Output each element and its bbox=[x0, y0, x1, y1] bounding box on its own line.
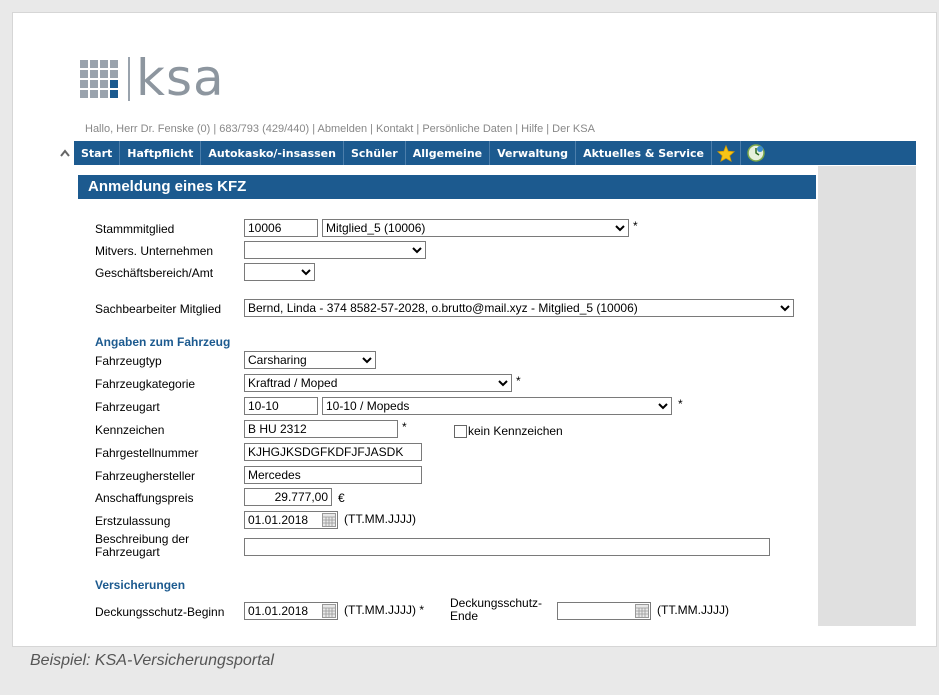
calendar-icon[interactable] bbox=[322, 513, 336, 527]
nav-item-allgemeine[interactable]: Allgemeine bbox=[406, 141, 491, 165]
nav-item-schueler[interactable]: Schüler bbox=[344, 141, 406, 165]
chevron-down-icon[interactable] bbox=[611, 220, 628, 236]
sachbearbeiter-select-value: Bernd, Linda - 374 8582-57-2028, o.brutt… bbox=[248, 301, 638, 315]
ende-hint: (TT.MM.JJJJ) bbox=[657, 603, 729, 617]
chevron-down-icon[interactable] bbox=[358, 352, 375, 368]
nav-item-aktuelles[interactable]: Aktuelles & Service bbox=[576, 141, 712, 165]
user-info-line[interactable]: Hallo, Herr Dr. Fenske (0) | 683/793 (42… bbox=[85, 123, 595, 135]
beschreibung-label-line2: Fahrzeugart bbox=[95, 545, 160, 559]
chevron-down-icon[interactable] bbox=[494, 375, 511, 391]
beschreibung-input[interactable] bbox=[244, 538, 770, 556]
fahrzeugart-select-value: 10-10 / Mopeds bbox=[326, 399, 410, 413]
hersteller-label: Fahrzeughersteller bbox=[95, 469, 196, 483]
panel-title: Anmeldung eines KFZ bbox=[78, 175, 816, 199]
ende-label-line1: Deckungsschutz- bbox=[450, 596, 543, 610]
beginn-input[interactable]: 01.01.2018 bbox=[244, 602, 338, 620]
chevron-down-icon[interactable] bbox=[776, 300, 793, 316]
ende-label-line2: Ende bbox=[450, 609, 479, 623]
erstzulassung-label: Erstzulassung bbox=[95, 514, 171, 528]
anschaffungspreis-input[interactable]: 29.777,00 bbox=[244, 488, 332, 506]
logo-grid-icon bbox=[80, 60, 118, 98]
sachbearbeiter-select[interactable]: Bernd, Linda - 374 8582-57-2028, o.brutt… bbox=[244, 299, 794, 317]
fahrzeugkategorie-select[interactable]: Kraftrad / Moped bbox=[244, 374, 512, 392]
mitvers-label: Mitvers. Unternehmen bbox=[95, 244, 214, 258]
stammmitglied-id-input[interactable]: 10006 bbox=[244, 219, 318, 237]
chevron-down-icon[interactable] bbox=[408, 242, 425, 258]
chevron-down-icon[interactable] bbox=[654, 398, 671, 414]
fahrgestellnummer-input[interactable]: KJHGJKSDGFKDFJFJASDK bbox=[244, 443, 422, 461]
required-marker: * bbox=[402, 420, 407, 434]
logo-divider bbox=[128, 57, 130, 101]
fahrzeugart-code-input[interactable]: 10-10 bbox=[244, 397, 318, 415]
erstzulassung-input[interactable]: 01.01.2018 bbox=[244, 511, 338, 529]
beschreibung-label-line1: Beschreibung der bbox=[95, 532, 190, 546]
fahrzeugtyp-select-value: Carsharing bbox=[248, 353, 307, 367]
stammmitglied-label: Stammmitglied bbox=[95, 222, 175, 236]
required-marker: * bbox=[516, 374, 521, 388]
currency-unit: € bbox=[338, 491, 345, 505]
kennzeichen-input[interactable]: B HU 2312 bbox=[244, 420, 398, 438]
nav-item-autokasko[interactable]: Autokasko/-insassen bbox=[201, 141, 344, 165]
chevron-down-icon[interactable] bbox=[297, 264, 314, 280]
required-marker: * bbox=[633, 219, 638, 233]
geschaeftsbereich-select[interactable] bbox=[244, 263, 315, 281]
fahrzeugkategorie-label: Fahrzeugkategorie bbox=[95, 377, 196, 391]
beginn-value: 01.01.2018 bbox=[248, 604, 309, 618]
beginn-hint: (TT.MM.JJJJ) * bbox=[344, 603, 424, 617]
sachbearbeiter-label: Sachbearbeiter Mitglied bbox=[95, 302, 222, 316]
nav-item-haftpflicht[interactable]: Haftpflicht bbox=[120, 141, 202, 165]
image-caption: Beispiel: KSA-Versicherungsportal bbox=[30, 652, 274, 669]
side-area bbox=[818, 166, 916, 626]
fahrzeugtyp-label: Fahrzeugtyp bbox=[95, 354, 162, 368]
kein-kennzeichen-checkbox[interactable] bbox=[454, 425, 467, 438]
stammmitglied-select-value: Mitglied_5 (10006) bbox=[326, 221, 426, 235]
ende-input[interactable] bbox=[557, 602, 651, 620]
erstzulassung-value: 01.01.2018 bbox=[248, 513, 309, 527]
star-icon[interactable] bbox=[712, 141, 741, 165]
fahrgestellnummer-label: Fahrgestellnummer bbox=[95, 446, 199, 460]
calendar-icon[interactable] bbox=[322, 604, 336, 618]
geschaeftsbereich-label: Geschäftsbereich/Amt bbox=[95, 266, 214, 280]
required-marker: * bbox=[678, 397, 683, 411]
nav-item-verwaltung[interactable]: Verwaltung bbox=[490, 141, 577, 165]
beschreibung-label: Beschreibung der Fahrzeugart bbox=[95, 533, 189, 559]
clock-icon[interactable] bbox=[741, 141, 771, 165]
beginn-label: Deckungsschutz-Beginn bbox=[95, 605, 225, 619]
kennzeichen-label: Kennzeichen bbox=[95, 423, 165, 437]
ende-label: Deckungsschutz- Ende bbox=[450, 597, 542, 623]
stammmitglied-select[interactable]: Mitglied_5 (10006) bbox=[322, 219, 629, 237]
section-versicherungen-heading: Versicherungen bbox=[95, 578, 186, 592]
fahrzeugkategorie-select-value: Kraftrad / Moped bbox=[248, 376, 338, 390]
fahrzeugart-select[interactable]: 10-10 / Mopeds bbox=[322, 397, 672, 415]
anschaffungspreis-label: Anschaffungspreis bbox=[95, 491, 194, 505]
hersteller-input[interactable]: Mercedes bbox=[244, 466, 422, 484]
erstzulassung-hint: (TT.MM.JJJJ) bbox=[344, 512, 416, 526]
calendar-icon[interactable] bbox=[635, 604, 649, 618]
fahrzeugtyp-select[interactable]: Carsharing bbox=[244, 351, 376, 369]
section-fahrzeug-heading: Angaben zum Fahrzeug bbox=[95, 335, 231, 349]
main-nav: Start Haftpflicht Autokasko/-insassen Sc… bbox=[74, 141, 916, 165]
chevron-up-icon[interactable] bbox=[60, 146, 70, 160]
nav-item-start[interactable]: Start bbox=[74, 141, 121, 165]
kein-kennzeichen-label: kein Kennzeichen bbox=[468, 424, 563, 438]
logo-word: ksa bbox=[136, 49, 225, 107]
fahrzeugart-label: Fahrzeugart bbox=[95, 400, 160, 414]
mitvers-select[interactable] bbox=[244, 241, 426, 259]
